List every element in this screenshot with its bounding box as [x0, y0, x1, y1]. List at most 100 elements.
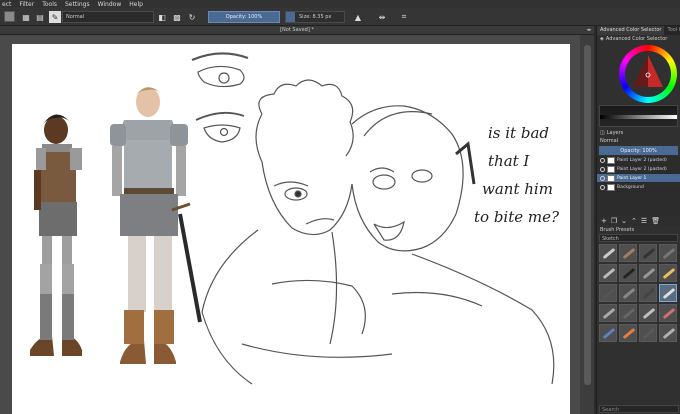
- brush-presets-title: Brush Presets: [600, 227, 635, 233]
- brush-stroke-icon: [622, 327, 636, 340]
- layers-header: ◫ Layers: [597, 129, 680, 137]
- right-dock: Advanced Color Selector Tool Op ◈ Advanc…: [596, 26, 680, 414]
- brush-preset[interactable]: [619, 324, 637, 342]
- layer-thumbnail: [607, 165, 615, 173]
- brush-stroke-icon: [642, 287, 656, 300]
- artwork: is it bad that I want him to bite me?: [30, 52, 560, 385]
- brush-preset-selected[interactable]: [659, 284, 677, 302]
- alpha-lock-icon[interactable]: ▩: [171, 11, 183, 23]
- brush-preset[interactable]: [619, 284, 637, 302]
- panel-menu-icon[interactable]: ◈: [600, 36, 604, 42]
- brush-preset[interactable]: [639, 264, 657, 282]
- layer-toolbar: + ❐ ⌄ ⌃ ☰ 🗑: [597, 216, 680, 226]
- menu-select[interactable]: ect: [2, 1, 11, 8]
- scrollbar-thumb[interactable]: [584, 45, 591, 385]
- brush-stroke-icon: [602, 267, 616, 280]
- note-line-3: want him: [482, 180, 553, 198]
- tab-scroll-icon[interactable]: ◂▸: [584, 27, 594, 34]
- value-slider[interactable]: [599, 105, 678, 127]
- reload-preset-icon[interactable]: ↻: [186, 11, 198, 23]
- foreground-color-swatch[interactable]: [4, 11, 15, 22]
- color-panel-title: Advanced Color Selector: [605, 36, 668, 42]
- layer-row-selected[interactable]: Paint Layer 1: [597, 174, 680, 183]
- note-line-2: that I: [488, 152, 530, 170]
- color-selector[interactable]: [597, 43, 680, 105]
- brush-stroke-icon: [642, 247, 656, 260]
- visibility-icon[interactable]: [600, 166, 605, 172]
- visibility-icon[interactable]: [600, 175, 605, 181]
- color-triangle[interactable]: [597, 43, 680, 105]
- brush-search-input[interactable]: Search: [599, 405, 679, 413]
- size-slider-label: Size: 8.35 px: [299, 14, 332, 20]
- brush-stroke-icon: [622, 307, 636, 320]
- brush-preset[interactable]: [619, 264, 637, 282]
- brush-preset[interactable]: [659, 244, 677, 262]
- tool-options-bar: ▦ ▤ ✎ Normal ◧ ▩ ↻ Opacity: 100% Size: 8…: [0, 8, 680, 26]
- layer-name: Paint Layer 2 (pasted): [617, 166, 667, 172]
- blend-mode-select[interactable]: Normal: [62, 11, 154, 23]
- size-slider[interactable]: Size: 8.35 px: [285, 11, 345, 23]
- brush-preset[interactable]: [639, 324, 657, 342]
- brush-preset-icon[interactable]: ✎: [49, 11, 61, 23]
- layer-row[interactable]: Paint Layer 2 (pasted): [597, 156, 680, 165]
- menu-settings[interactable]: Settings: [65, 1, 90, 8]
- document-tab[interactable]: [Not Saved] * ◂▸: [0, 26, 594, 35]
- vertical-scrollbar[interactable]: [580, 35, 594, 414]
- crop-icon[interactable]: ⌗: [398, 11, 410, 23]
- brush-stroke-icon: [642, 267, 656, 280]
- layer-row[interactable]: Paint Layer 2 (pasted): [597, 165, 680, 174]
- handwritten-note: is it bad that I want him to bite me?: [474, 124, 560, 226]
- add-layer-icon[interactable]: +: [601, 217, 607, 225]
- brush-preset[interactable]: [599, 324, 617, 342]
- mirror-horizontal-icon[interactable]: ⇹: [376, 11, 388, 23]
- brush-preset[interactable]: [619, 304, 637, 322]
- dock-tab-bar: Advanced Color Selector Tool Op: [597, 26, 680, 35]
- layer-list: Paint Layer 2 (pasted) Paint Layer 2 (pa…: [597, 156, 680, 216]
- brush-preset[interactable]: [599, 284, 617, 302]
- brush-tag-select[interactable]: Sketch: [599, 234, 678, 242]
- layers-title: Layers: [606, 130, 624, 136]
- layer-blend-select[interactable]: Normal: [597, 137, 680, 145]
- brush-preset[interactable]: [599, 304, 617, 322]
- size-slider-fill: [286, 12, 295, 22]
- move-down-icon[interactable]: ⌄: [621, 217, 627, 225]
- brush-preset[interactable]: [619, 244, 637, 262]
- menu-window[interactable]: Window: [98, 1, 122, 8]
- duplicate-layer-icon[interactable]: ❐: [611, 217, 617, 225]
- layer-row[interactable]: Background: [597, 183, 680, 192]
- gradient-icon[interactable]: ▤: [34, 11, 46, 23]
- menu-help[interactable]: Help: [129, 1, 143, 8]
- brush-stroke-icon: [602, 327, 616, 340]
- brush-presets-header: Brush Presets: [597, 226, 680, 234]
- layer-properties-icon[interactable]: ☰: [641, 217, 647, 225]
- brush-stroke-icon: [662, 287, 676, 300]
- visibility-icon[interactable]: [600, 184, 605, 190]
- delete-layer-icon[interactable]: 🗑: [651, 217, 660, 225]
- brush-preset[interactable]: [659, 324, 677, 342]
- eraser-icon[interactable]: ◧: [156, 11, 168, 23]
- brush-stroke-icon: [602, 307, 616, 320]
- brush-preset[interactable]: [599, 244, 617, 262]
- brush-preset[interactable]: [659, 264, 677, 282]
- layer-opacity-slider[interactable]: Opacity: 100%: [599, 146, 678, 155]
- pattern-icon[interactable]: ▦: [20, 11, 32, 23]
- move-up-icon[interactable]: ⌃: [631, 217, 637, 225]
- brush-preset[interactable]: [599, 264, 617, 282]
- brush-stroke-icon: [622, 287, 636, 300]
- menu-filter[interactable]: Filter: [19, 1, 34, 8]
- layer-thumbnail: [607, 183, 615, 191]
- brush-preset[interactable]: [639, 244, 657, 262]
- brush-preset[interactable]: [639, 304, 657, 322]
- visibility-icon[interactable]: [600, 157, 605, 163]
- drawing-canvas[interactable]: is it bad that I want him to bite me?: [12, 44, 570, 414]
- brush-preset[interactable]: [659, 304, 677, 322]
- tab-tool-options[interactable]: Tool Op: [664, 26, 680, 35]
- menu-tools[interactable]: Tools: [42, 1, 57, 8]
- opacity-slider[interactable]: Opacity: 100%: [208, 11, 280, 23]
- brush-stroke-icon: [622, 267, 636, 280]
- brush-stroke-icon: [642, 327, 656, 340]
- brush-stroke-icon: [662, 267, 676, 280]
- brush-preset[interactable]: [639, 284, 657, 302]
- canvas-area[interactable]: is it bad that I want him to bite me?: [0, 35, 594, 414]
- tab-advanced-color-selector[interactable]: Advanced Color Selector: [597, 26, 665, 35]
